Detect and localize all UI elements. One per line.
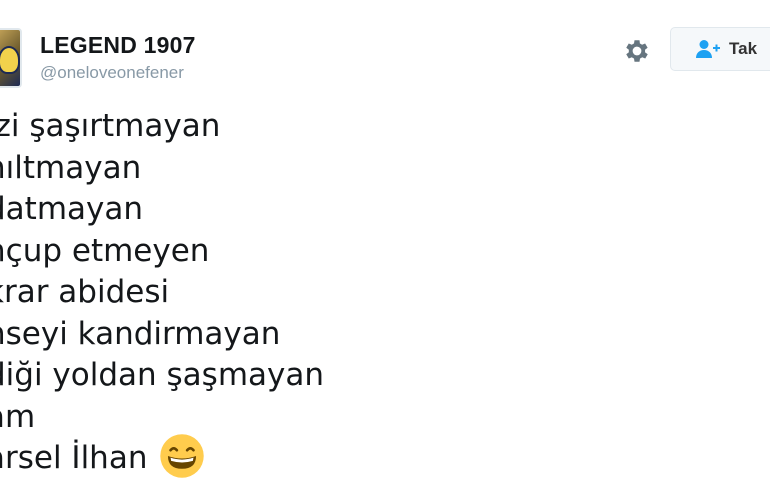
tweet-line-last: arsel İlhan [0, 433, 324, 480]
follow-button[interactable]: Tak [670, 27, 770, 71]
user-handle[interactable]: @oneloveonefener [40, 63, 184, 83]
gear-icon[interactable] [622, 36, 652, 66]
tweet-line: nıltmayan [0, 149, 142, 186]
avatar[interactable] [0, 28, 22, 88]
tweet-line-text: arsel İlhan [0, 440, 148, 476]
tweet-line: diği yoldan şaşmayan [0, 357, 325, 393]
grinning-face-emoji [160, 433, 205, 478]
tweet-line: datmayan [0, 191, 144, 227]
club-emblem-icon [0, 46, 20, 74]
add-user-icon [696, 40, 720, 58]
tweet-line: nseyi kandirmayan [0, 315, 281, 352]
tweet-line: krar abidesi [0, 274, 170, 310]
display-name[interactable]: LEGEND 1907 [40, 32, 196, 59]
follow-button-label: Tak [729, 39, 758, 58]
tweet-line: izi şaşırtmayan [0, 108, 221, 144]
tweet-line: hçup etmeyen [0, 232, 210, 269]
tweet-text: izi şaşırtmayan nıltmayan datmayan hçup … [0, 106, 324, 480]
